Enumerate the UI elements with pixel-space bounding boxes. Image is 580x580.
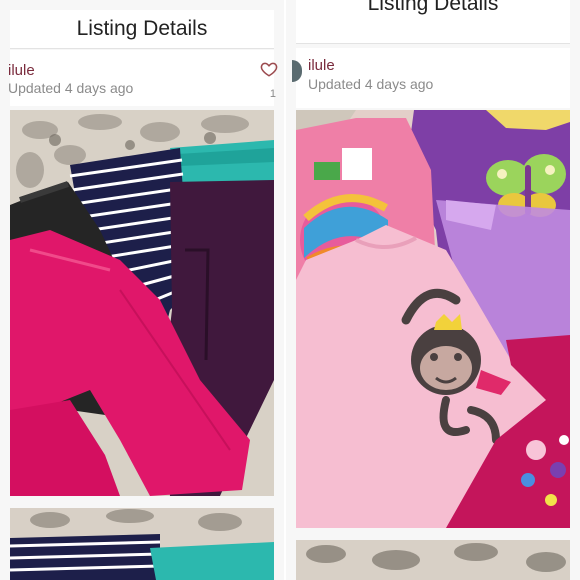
tops-photo-image [296,110,570,528]
avatar[interactable] [292,60,302,82]
pants-photo-image [10,110,274,496]
pants-photo-next-image [10,508,274,580]
updated-timestamp: Updated 4 days ago [308,76,434,92]
left-listing-screen: Listing Details ilule Updated 4 days ago… [0,0,284,580]
seller-row[interactable]: ilule Updated 4 days ago 1 [8,50,278,106]
listing-photo-next[interactable] [296,540,570,580]
listing-photo[interactable] [296,110,570,528]
seller-name[interactable]: ilule [308,57,335,74]
page-title: Listing Details [76,17,208,40]
heart-icon[interactable] [260,60,278,78]
listing-header: Listing Details [296,0,570,44]
right-listing-screen: Listing Details ilule Updated 4 days ago [286,0,580,580]
page-title: Listing Details [367,0,499,15]
like-count: 1 [269,88,276,100]
updated-timestamp: Updated 4 days ago [8,80,134,96]
listing-photo[interactable] [10,110,274,496]
listing-header: Listing Details [10,10,274,49]
listing-photo-next[interactable] [10,508,274,580]
bedding-photo-next-image [296,540,570,580]
seller-row[interactable]: ilule Updated 4 days ago [292,48,570,108]
seller-name[interactable]: ilule [8,62,35,79]
